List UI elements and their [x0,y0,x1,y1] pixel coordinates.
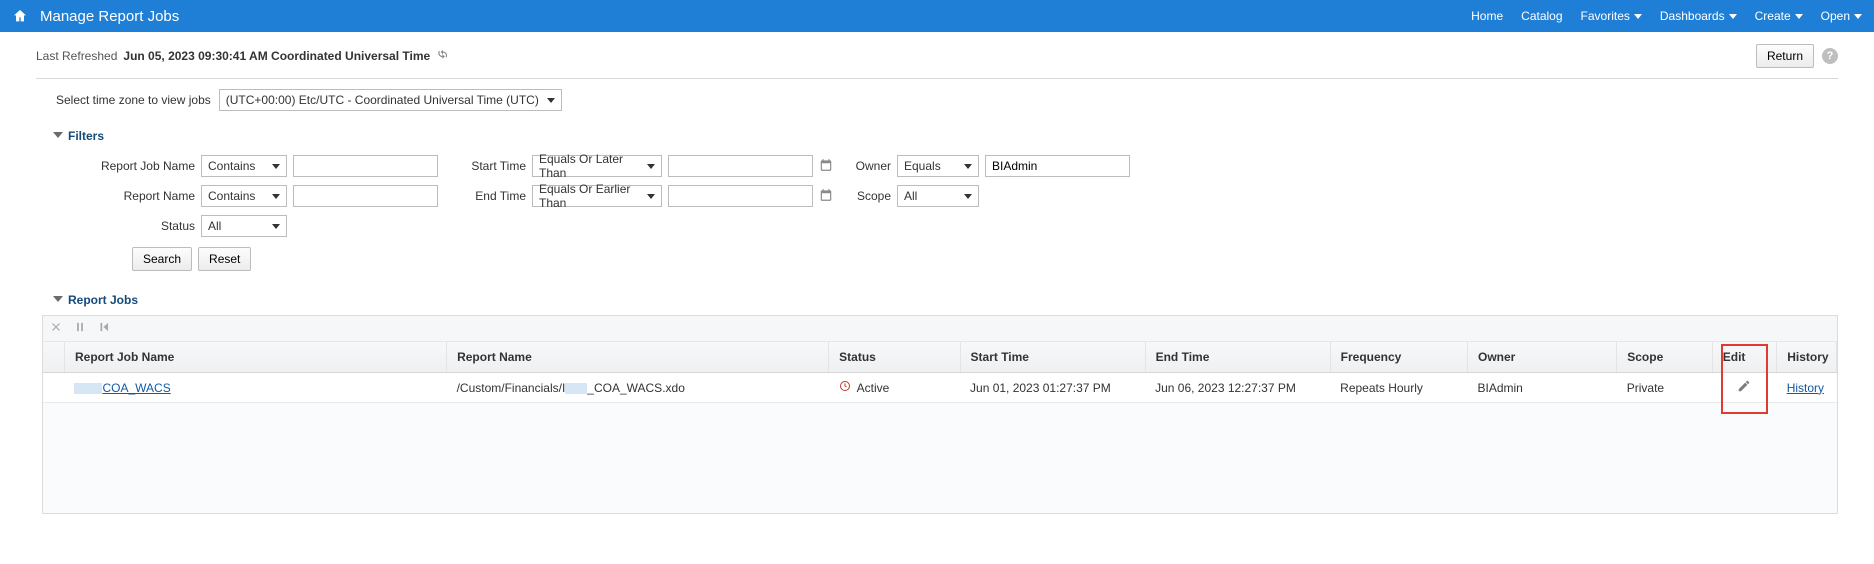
job-name-link[interactable]: COA_WACS [102,381,170,395]
nav-create[interactable]: Create [1755,9,1803,23]
report-jobs-panel: Report Job Name Report Name Status Start… [42,315,1838,514]
cell-owner: BIAdmin [1467,373,1616,403]
start-time-label: Start Time [470,159,526,173]
disclosure-triangle-icon [53,296,63,302]
col-scope[interactable]: Scope [1617,342,1713,373]
cell-start-time: Jun 01, 2023 01:27:37 PM [960,373,1145,403]
calendar-icon[interactable] [819,158,833,175]
col-end-time[interactable]: End Time [1145,342,1330,373]
delete-icon[interactable] [49,320,63,337]
col-history[interactable]: History [1777,342,1837,373]
return-button[interactable]: Return [1756,44,1814,68]
pause-icon[interactable] [73,320,87,337]
last-refreshed-time: Jun 05, 2023 09:30:41 AM Coordinated Uni… [123,49,430,63]
calendar-icon[interactable] [819,188,833,205]
redacted-segment [565,383,587,394]
cell-status: Active [829,373,960,403]
col-job-name[interactable]: Report Job Name [64,342,446,373]
filters-section-toggle[interactable]: Filters [56,129,1838,143]
home-icon[interactable] [12,8,28,24]
col-start-time[interactable]: Start Time [960,342,1145,373]
caret-down-icon [1634,14,1642,19]
filters-panel: Report Job Name Contains Start Time Equa… [56,155,1838,237]
refresh-icon[interactable] [436,48,450,65]
reset-button[interactable]: Reset [198,247,251,271]
report-job-name-input[interactable] [293,155,438,177]
caret-down-icon [1854,14,1862,19]
nav-home[interactable]: Home [1471,9,1503,23]
disclosure-triangle-icon [53,132,63,138]
nav-favorites[interactable]: Favorites [1581,9,1642,23]
clock-icon [839,380,851,395]
cell-scope: Private [1617,373,1713,403]
col-select [43,342,64,373]
status-label: Status [56,219,201,233]
redacted-prefix [74,383,102,394]
owner-op-select[interactable]: Equals [897,155,979,177]
table-row[interactable]: COA_WACS /Custom/Financials/I_COA_WACS.x… [43,373,1837,403]
cell-report-name: /Custom/Financials/I_COA_WACS.xdo [447,373,829,403]
pencil-icon[interactable] [1737,382,1751,396]
cell-end-time: Jun 06, 2023 12:27:37 PM [1145,373,1330,403]
col-owner[interactable]: Owner [1467,342,1616,373]
nav-dashboards[interactable]: Dashboards [1660,9,1737,23]
cell-frequency: Repeats Hourly [1330,373,1467,403]
report-name-op-select[interactable]: Contains [201,185,287,207]
cell-job-name: COA_WACS [64,373,446,403]
caret-down-icon [1729,14,1737,19]
timezone-row: Select time zone to view jobs (UTC+00:00… [56,89,1838,111]
cell-history: History [1777,373,1837,403]
col-edit[interactable]: Edit [1712,342,1776,373]
report-job-name-op-select[interactable]: Contains [201,155,287,177]
help-icon[interactable]: ? [1822,48,1838,64]
caret-down-icon [1795,14,1803,19]
timezone-select[interactable]: (UTC+00:00) Etc/UTC - Coordinated Univer… [219,89,562,111]
end-time-input[interactable] [668,185,813,207]
col-frequency[interactable]: Frequency [1330,342,1467,373]
cell-edit [1712,373,1776,403]
status-select[interactable]: All [201,215,287,237]
last-refreshed-label: Last Refreshed [36,49,117,63]
history-link[interactable]: History [1787,381,1824,395]
nav-open[interactable]: Open [1821,9,1862,23]
scope-select[interactable]: All [897,185,979,207]
report-name-input[interactable] [293,185,438,207]
col-status[interactable]: Status [829,342,960,373]
top-navbar: Manage Report Jobs Home Catalog Favorite… [0,0,1874,32]
owner-label: Owner [851,159,891,173]
refresh-bar: Last Refreshed Jun 05, 2023 09:30:41 AM … [36,44,1838,79]
page-title: Manage Report Jobs [40,8,179,25]
report-jobs-section-toggle[interactable]: Report Jobs [56,293,1838,307]
start-time-op-select[interactable]: Equals Or Later Than [532,155,662,177]
scope-label: Scope [851,189,891,203]
report-job-name-label: Report Job Name [56,159,201,173]
end-time-op-select[interactable]: Equals Or Earlier Than [532,185,662,207]
search-button[interactable]: Search [132,247,192,271]
start-time-input[interactable] [668,155,813,177]
col-report-name[interactable]: Report Name [447,342,829,373]
report-jobs-table: Report Job Name Report Name Status Start… [43,342,1837,403]
end-time-label: End Time [470,189,526,203]
owner-input[interactable] [985,155,1130,177]
resume-icon[interactable] [97,320,111,337]
report-name-label: Report Name [56,189,201,203]
nav-catalog[interactable]: Catalog [1521,9,1562,23]
timezone-label: Select time zone to view jobs [56,93,211,107]
